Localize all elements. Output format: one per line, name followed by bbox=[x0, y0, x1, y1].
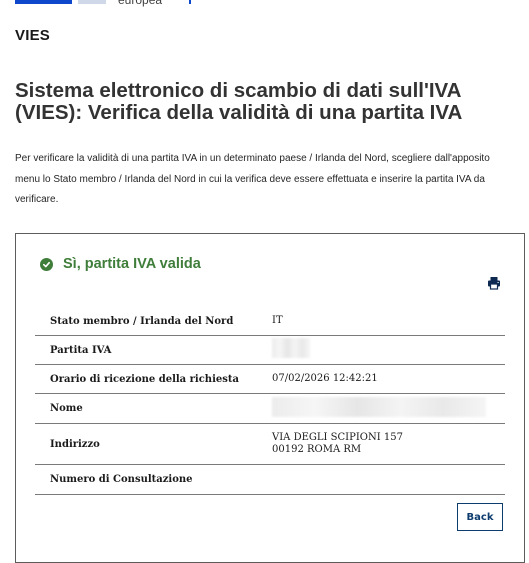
address-line-1: VIA DEGLI SCIPIONI 157 bbox=[272, 432, 403, 443]
address-line-2: 00192 ROMA RM bbox=[272, 444, 362, 455]
logo-text: europea bbox=[118, 0, 163, 7]
table-row-consultation-number: Numero di Consultazione bbox=[35, 465, 505, 495]
row-label: Stato membro / Irlanda del Nord bbox=[50, 315, 234, 327]
row-label: Orario di ricezione della richiesta bbox=[50, 373, 239, 385]
redacted-vat-number bbox=[272, 338, 505, 362]
app-name: VIES bbox=[15, 27, 50, 44]
result-status: Sì, partita IVA valida bbox=[40, 256, 201, 272]
result-card: Sì, partita IVA valida Stato membro / Ir… bbox=[15, 233, 525, 563]
logo-divider bbox=[189, 0, 191, 4]
table-row-country: Stato membro / Irlanda del Nord IT bbox=[35, 307, 505, 336]
intro-text: Per verificare la validità di una partit… bbox=[15, 153, 490, 205]
top-logo-bar: europea bbox=[0, 0, 529, 7]
check-circle-icon bbox=[40, 257, 53, 271]
row-value: 07/02/2026 12:42:21 bbox=[272, 373, 378, 384]
address-value: VIA DEGLI SCIPIONI 157 00192 ROMA RM bbox=[272, 432, 505, 456]
row-label: Numero di Consultazione bbox=[50, 474, 193, 485]
print-icon[interactable] bbox=[487, 276, 501, 290]
row-value: IT bbox=[272, 315, 283, 326]
table-row-address: Indirizzo VIA DEGLI SCIPIONI 157 00192 R… bbox=[35, 424, 505, 465]
redacted-name bbox=[272, 396, 505, 421]
table-row-request-time: Orario di ricezione della richiesta 07/0… bbox=[35, 365, 505, 394]
back-button[interactable]: Back bbox=[457, 503, 503, 531]
row-label: Indirizzo bbox=[50, 438, 100, 450]
table-row-name: Nome bbox=[35, 394, 505, 424]
eu-logo-flag bbox=[15, 0, 72, 4]
table-row-vat-number: Partita IVA bbox=[35, 336, 505, 365]
row-label: Nome bbox=[50, 403, 83, 414]
page-title: Sistema elettronico di scambio di dati s… bbox=[15, 79, 463, 124]
result-status-text: Sì, partita IVA valida bbox=[63, 256, 201, 272]
details-table: Stato membro / Irlanda del Nord IT Parti… bbox=[35, 307, 505, 495]
eu-logo-mark bbox=[78, 0, 106, 4]
row-label: Partita IVA bbox=[50, 344, 112, 356]
